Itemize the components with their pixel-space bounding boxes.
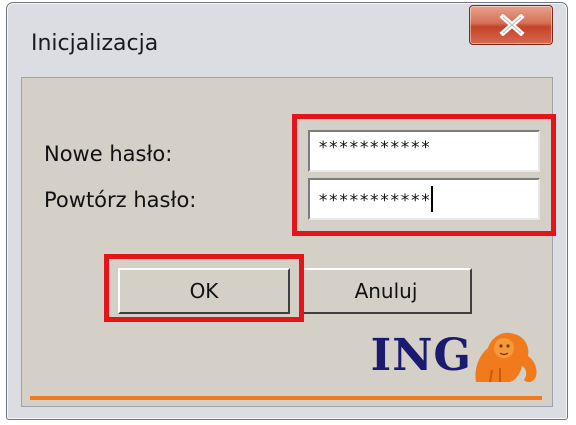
password-fields-highlight xyxy=(292,114,556,236)
ing-logo-text: ING xyxy=(370,330,472,381)
brand-divider-line xyxy=(30,396,542,400)
close-button[interactable] xyxy=(469,5,553,45)
new-password-label: Nowe hasło: xyxy=(44,142,173,166)
close-icon xyxy=(499,14,525,36)
ok-button-highlight xyxy=(104,254,304,322)
dialog-content: Nowe hasło: Powtórz hasło: *********** *… xyxy=(21,77,556,407)
ing-lion-icon xyxy=(475,332,537,383)
title-bar[interactable]: Inicjalizacja xyxy=(7,3,567,77)
dialog-window: Inicjalizacja Nowe hasło: Powtórz hasło:… xyxy=(6,2,568,420)
cancel-button[interactable]: Anuluj xyxy=(300,268,472,314)
window-title: Inicjalizacja xyxy=(31,31,159,56)
repeat-password-label: Powtórz hasło: xyxy=(44,188,197,212)
